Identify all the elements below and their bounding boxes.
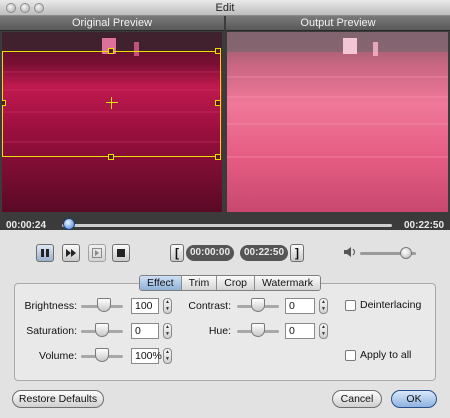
- stop-icon: [117, 249, 125, 257]
- contrast-thumb[interactable]: [251, 298, 265, 312]
- volume-knob[interactable]: [399, 247, 412, 259]
- tab-watermark[interactable]: Watermark: [255, 276, 320, 290]
- output-preview-image: [227, 32, 448, 212]
- editor-tabs: Effect Trim Crop Watermark: [139, 275, 321, 291]
- cancel-button[interactable]: Cancel: [332, 390, 382, 408]
- volume-stepper[interactable]: ▲ ▼: [163, 348, 172, 364]
- hue-stepper[interactable]: ▲ ▼: [319, 323, 328, 339]
- title-bar: Edit: [0, 0, 450, 16]
- trim-end-time: 00:22:50: [240, 245, 288, 261]
- fast-forward-icon: [66, 249, 76, 257]
- crop-handle[interactable]: [108, 48, 114, 54]
- pause-button[interactable]: [36, 244, 54, 262]
- tab-crop[interactable]: Crop: [217, 276, 256, 290]
- original-preview-header: Original Preview: [0, 16, 224, 31]
- saturation-field[interactable]: 0: [131, 323, 159, 339]
- deinterlacing-checkbox[interactable]: [345, 300, 356, 311]
- contrast-label: Contrast:: [188, 300, 231, 312]
- crop-handle[interactable]: [2, 100, 6, 106]
- output-preview-header: Output Preview: [226, 16, 450, 31]
- volume-field[interactable]: 100%: [131, 348, 162, 364]
- window-title: Edit: [215, 2, 235, 14]
- contrast-field[interactable]: 0: [285, 298, 315, 314]
- stop-button[interactable]: [112, 244, 130, 262]
- crop-handle[interactable]: [215, 154, 221, 160]
- crop-handle[interactable]: [108, 154, 114, 160]
- fast-forward-button[interactable]: [62, 244, 80, 262]
- apply-to-all-label: Apply to all: [360, 349, 412, 361]
- restore-defaults-button[interactable]: Restore Defaults: [12, 390, 104, 408]
- saturation-slider[interactable]: [81, 323, 123, 337]
- crosshair-icon[interactable]: [106, 97, 118, 109]
- controls-area: [ 00:00:00 00:22:50 ] Brightness: 100 ▲ ▼…: [0, 230, 450, 418]
- original-preview-image: [2, 32, 222, 212]
- brightness-stepper[interactable]: ▲ ▼: [163, 298, 172, 314]
- hue-label: Hue:: [208, 325, 231, 337]
- apply-to-all-checkbox[interactable]: [345, 350, 356, 361]
- seek-knob[interactable]: [62, 218, 75, 230]
- crop-handle[interactable]: [215, 48, 221, 54]
- deinterlacing-label: Deinterlacing: [360, 299, 422, 311]
- effect-panel: Brightness: 100 ▲ ▼ Saturation: 0 ▲ ▼ Volu…: [14, 283, 436, 381]
- ok-button[interactable]: OK: [391, 390, 437, 408]
- preview-area: Original Preview Output Preview 00:00:24…: [0, 16, 450, 246]
- brightness-slider[interactable]: [81, 298, 123, 312]
- trim-start-time: 00:00:00: [186, 245, 234, 261]
- volume-thumb[interactable]: [95, 348, 109, 362]
- tab-effect[interactable]: Effect: [140, 276, 182, 290]
- next-frame-icon: [92, 248, 102, 258]
- saturation-label: Saturation:: [26, 325, 77, 337]
- volume-label: Volume:: [39, 350, 77, 362]
- saturation-stepper[interactable]: ▲ ▼: [163, 323, 172, 339]
- hue-thumb[interactable]: [251, 323, 265, 337]
- hue-field[interactable]: 0: [285, 323, 315, 339]
- saturation-thumb[interactable]: [95, 323, 109, 337]
- tab-trim[interactable]: Trim: [181, 276, 218, 290]
- brightness-label: Brightness:: [24, 300, 77, 312]
- set-end-button[interactable]: ]: [290, 244, 304, 262]
- brightness-thumb[interactable]: [97, 298, 112, 312]
- set-start-button[interactable]: [: [170, 244, 184, 262]
- pause-icon: [41, 249, 49, 257]
- seek-track[interactable]: [62, 224, 392, 227]
- hue-slider[interactable]: [237, 323, 279, 337]
- crop-handle[interactable]: [215, 100, 221, 106]
- volume-slider[interactable]: [81, 348, 123, 362]
- contrast-stepper[interactable]: ▲ ▼: [319, 298, 328, 314]
- contrast-slider[interactable]: [237, 298, 279, 312]
- speaker-icon: [344, 247, 355, 257]
- brightness-field[interactable]: 100: [131, 298, 159, 314]
- next-frame-button[interactable]: [88, 244, 106, 262]
